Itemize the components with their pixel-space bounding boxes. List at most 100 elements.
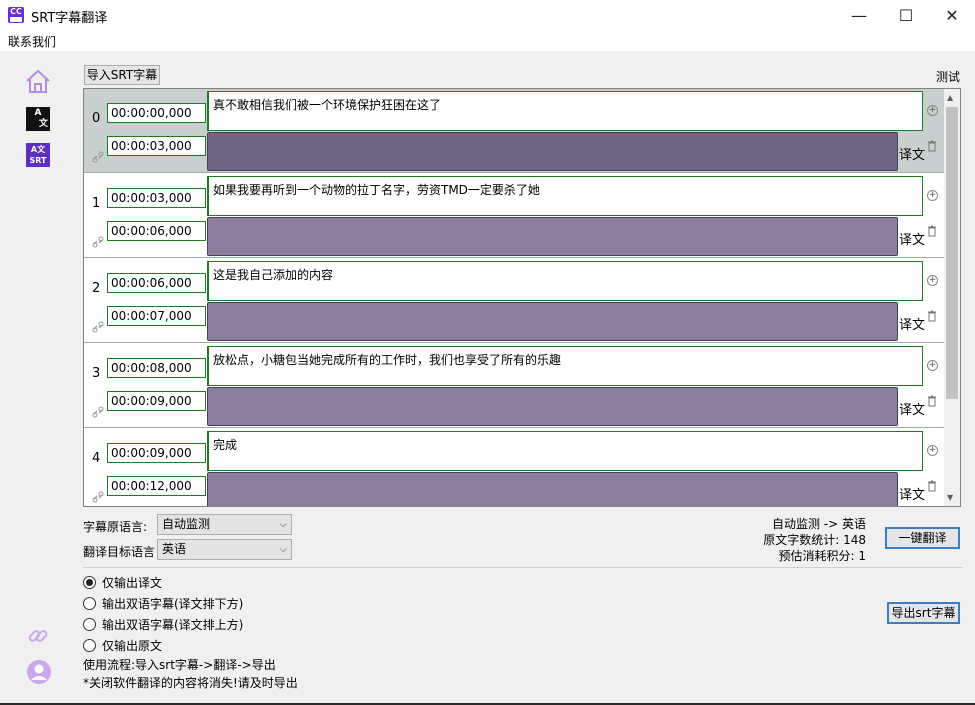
link-icon[interactable] <box>92 236 104 248</box>
sidebar: A 文 A文 SRT <box>0 51 77 703</box>
row-index: 1 <box>92 196 101 211</box>
target-language-select[interactable]: 英语 ⌵ <box>157 539 292 560</box>
srt-icon-top: A文 <box>30 145 46 154</box>
import-srt-button[interactable]: 导入SRT字幕 <box>84 65 160 85</box>
main-panel: 导入SRT字幕 测试 0 00:00:00,000 00:00:03,000 真… <box>77 51 975 703</box>
subtitle-row[interactable]: 2 00:00:06,000 00:00:07,000 这是我自己添加的内容 译… <box>84 259 945 343</box>
translation-label: 译文 <box>899 318 926 333</box>
delete-icon[interactable] <box>927 395 937 407</box>
source-text-input[interactable]: 放松点，小糖包当她完成所有的工作时，我们也享受了所有的乐趣 <box>207 346 923 386</box>
menu-bar: 联系我们 <box>0 31 975 51</box>
char-count: 原文字数统计: 148 <box>763 533 866 547</box>
start-time-input[interactable]: 00:00:03,000 <box>107 188 206 208</box>
target-language-label: 翻译目标语言 <box>83 545 156 559</box>
end-time-input[interactable]: 00:00:09,000 <box>107 391 206 411</box>
output-option-bilingual-below[interactable]: 输出双语字幕(译文排下方) <box>83 595 243 611</box>
radio-selected-icon[interactable] <box>83 576 96 589</box>
add-row-icon[interactable]: + <box>927 445 938 456</box>
add-row-icon[interactable]: + <box>927 360 938 371</box>
subtitle-list: 0 00:00:00,000 00:00:03,000 真不敢相信我们被一个环境… <box>83 88 961 507</box>
minimize-button[interactable]: — <box>836 0 882 31</box>
vertical-scrollbar[interactable]: ▲ ▼ <box>944 89 960 506</box>
srt-icon-label: SRT <box>29 156 47 165</box>
menu-contact-us[interactable]: 联系我们 <box>8 33 56 50</box>
source-text-input[interactable]: 真不敢相信我们被一个环境保护狂困在这了 <box>207 91 923 131</box>
translation-input[interactable] <box>207 217 898 256</box>
start-time-input[interactable]: 00:00:08,000 <box>107 358 206 378</box>
maximize-button[interactable]: ☐ <box>883 0 929 31</box>
subtitle-row[interactable]: 0 00:00:00,000 00:00:03,000 真不敢相信我们被一个环境… <box>84 89 945 173</box>
source-language-label: 字幕原语言: <box>83 520 148 534</box>
subtitle-row[interactable]: 4 00:00:09,000 00:00:12,000 完成 译文 + <box>84 429 945 506</box>
delete-icon[interactable] <box>927 480 937 492</box>
translation-input[interactable] <box>207 387 898 426</box>
radio-icon[interactable] <box>83 618 96 631</box>
user-avatar-icon[interactable] <box>26 659 52 685</box>
row-divider <box>84 427 945 428</box>
section-divider <box>83 567 963 568</box>
link-icon[interactable] <box>92 321 104 333</box>
radio-icon[interactable] <box>83 639 96 652</box>
end-time-input[interactable]: 00:00:07,000 <box>107 306 206 326</box>
export-srt-button[interactable]: 导出srt字幕 <box>887 602 960 624</box>
radio-icon[interactable] <box>83 597 96 610</box>
estimated-cost: 预估消耗积分: 1 <box>778 549 867 563</box>
output-option-source-only[interactable]: 仅输出原文 <box>83 637 162 653</box>
scrollbar-thumb[interactable] <box>946 107 958 399</box>
option-label: 输出双语字幕(译文排下方) <box>102 597 244 611</box>
subtitle-row[interactable]: 1 00:00:03,000 00:00:06,000 如果我要再听到一个动物的… <box>84 174 945 258</box>
workflow-note: 使用流程:导入srt字幕->翻译->导出 <box>83 658 276 672</box>
delete-icon[interactable] <box>927 140 937 152</box>
output-option-bilingual-above[interactable]: 输出双语字幕(译文排上方) <box>83 616 243 632</box>
translation-input[interactable] <box>207 302 898 341</box>
end-time-input[interactable]: 00:00:03,000 <box>107 136 206 156</box>
close-button[interactable]: ✕ <box>929 0 975 31</box>
subtitle-row[interactable]: 3 00:00:08,000 00:00:09,000 放松点，小糖包当她完成所… <box>84 344 945 428</box>
window-title: SRT字幕翻译 <box>31 11 108 26</box>
row-index: 0 <box>92 111 101 126</box>
add-row-icon[interactable]: + <box>927 275 938 286</box>
source-text-input[interactable]: 这是我自己添加的内容 <box>207 261 923 301</box>
detected-direction: 自动监测 -> 英语 <box>771 517 866 531</box>
delete-icon[interactable] <box>927 310 937 322</box>
home-icon[interactable] <box>24 67 52 95</box>
link-icon[interactable] <box>27 625 49 647</box>
option-label: 仅输出原文 <box>102 639 163 653</box>
delete-icon[interactable] <box>927 225 937 237</box>
option-label: 输出双语字幕(译文排上方) <box>102 618 244 632</box>
link-icon[interactable] <box>92 151 104 163</box>
start-time-input[interactable]: 00:00:09,000 <box>107 443 206 463</box>
translation-input[interactable] <box>207 132 898 171</box>
link-icon[interactable] <box>92 491 104 503</box>
source-text-input[interactable]: 完成 <box>207 431 923 471</box>
start-time-input[interactable]: 00:00:00,000 <box>107 103 206 123</box>
row-divider <box>84 342 945 343</box>
chevron-down-icon: ⌵ <box>279 519 287 530</box>
end-time-input[interactable]: 00:00:12,000 <box>107 476 206 496</box>
add-row-icon[interactable]: + <box>927 190 938 201</box>
link-icon[interactable] <box>92 406 104 418</box>
end-time-input[interactable]: 00:00:06,000 <box>107 221 206 241</box>
srt-translate-icon[interactable]: A文 SRT <box>26 143 50 167</box>
output-option-translation-only[interactable]: 仅输出译文 <box>83 574 162 590</box>
warning-note: *关闭软件翻译的内容将消失!请及时导出 <box>83 676 298 690</box>
source-language-select[interactable]: 自动监测 ⌵ <box>157 514 292 535</box>
source-language-value: 自动监测 <box>162 517 211 531</box>
row-index: 3 <box>92 366 101 381</box>
scroll-down-arrow-icon[interactable]: ▼ <box>947 493 953 502</box>
test-button[interactable]: 测试 <box>936 68 960 85</box>
row-index: 2 <box>92 281 101 296</box>
translate-icon-letter: A <box>34 108 42 118</box>
translate-icon[interactable]: A 文 <box>26 107 50 131</box>
translate-all-button[interactable]: 一键翻译 <box>885 527 960 549</box>
target-language-value: 英语 <box>162 542 187 556</box>
add-row-icon[interactable]: + <box>927 105 938 116</box>
translation-label: 译文 <box>899 403 926 418</box>
translation-input[interactable] <box>207 472 898 506</box>
start-time-input[interactable]: 00:00:06,000 <box>107 273 206 293</box>
source-text-input[interactable]: 如果我要再听到一个动物的拉丁名字，劳资TMD一定要杀了她 <box>207 176 923 216</box>
translation-label: 译文 <box>899 148 926 163</box>
translation-label: 译文 <box>899 233 926 248</box>
scroll-up-arrow-icon[interactable]: ▲ <box>947 93 953 102</box>
translate-icon-char: 文 <box>38 119 48 129</box>
